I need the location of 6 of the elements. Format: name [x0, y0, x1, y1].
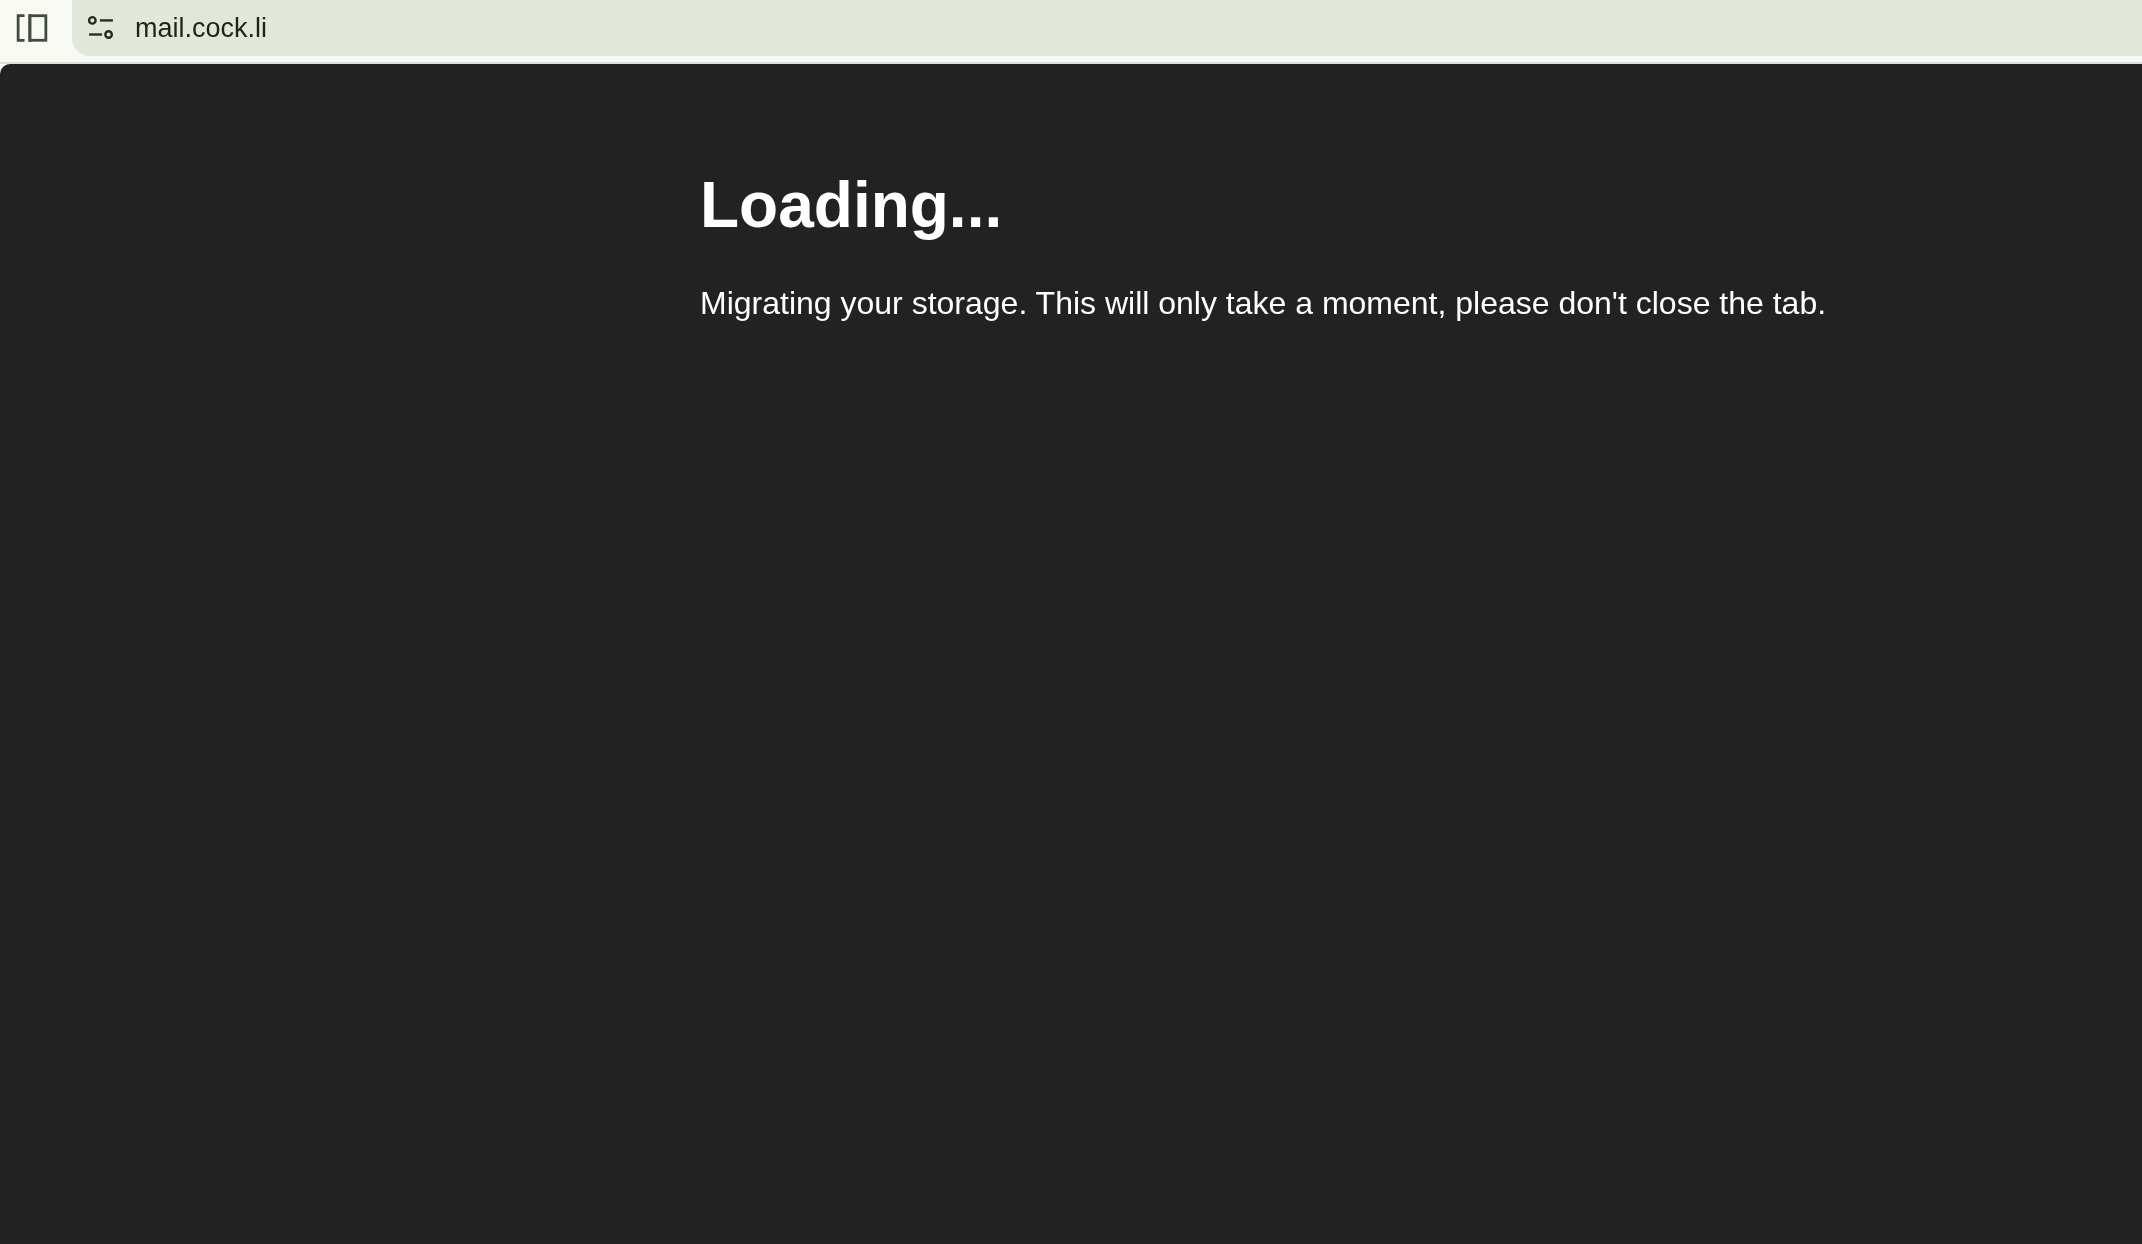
url-text: mail.cock.li	[135, 14, 268, 42]
sidebar-toggle-icon[interactable]	[16, 14, 48, 42]
sliders-icon[interactable]	[88, 16, 114, 40]
status-message: Migrating your storage. This will only take a moment, please don't close the tab.	[700, 284, 1827, 323]
address-bar[interactable]: mail.cock.li	[72, 0, 2142, 56]
page-heading: Loading...	[700, 170, 1003, 241]
